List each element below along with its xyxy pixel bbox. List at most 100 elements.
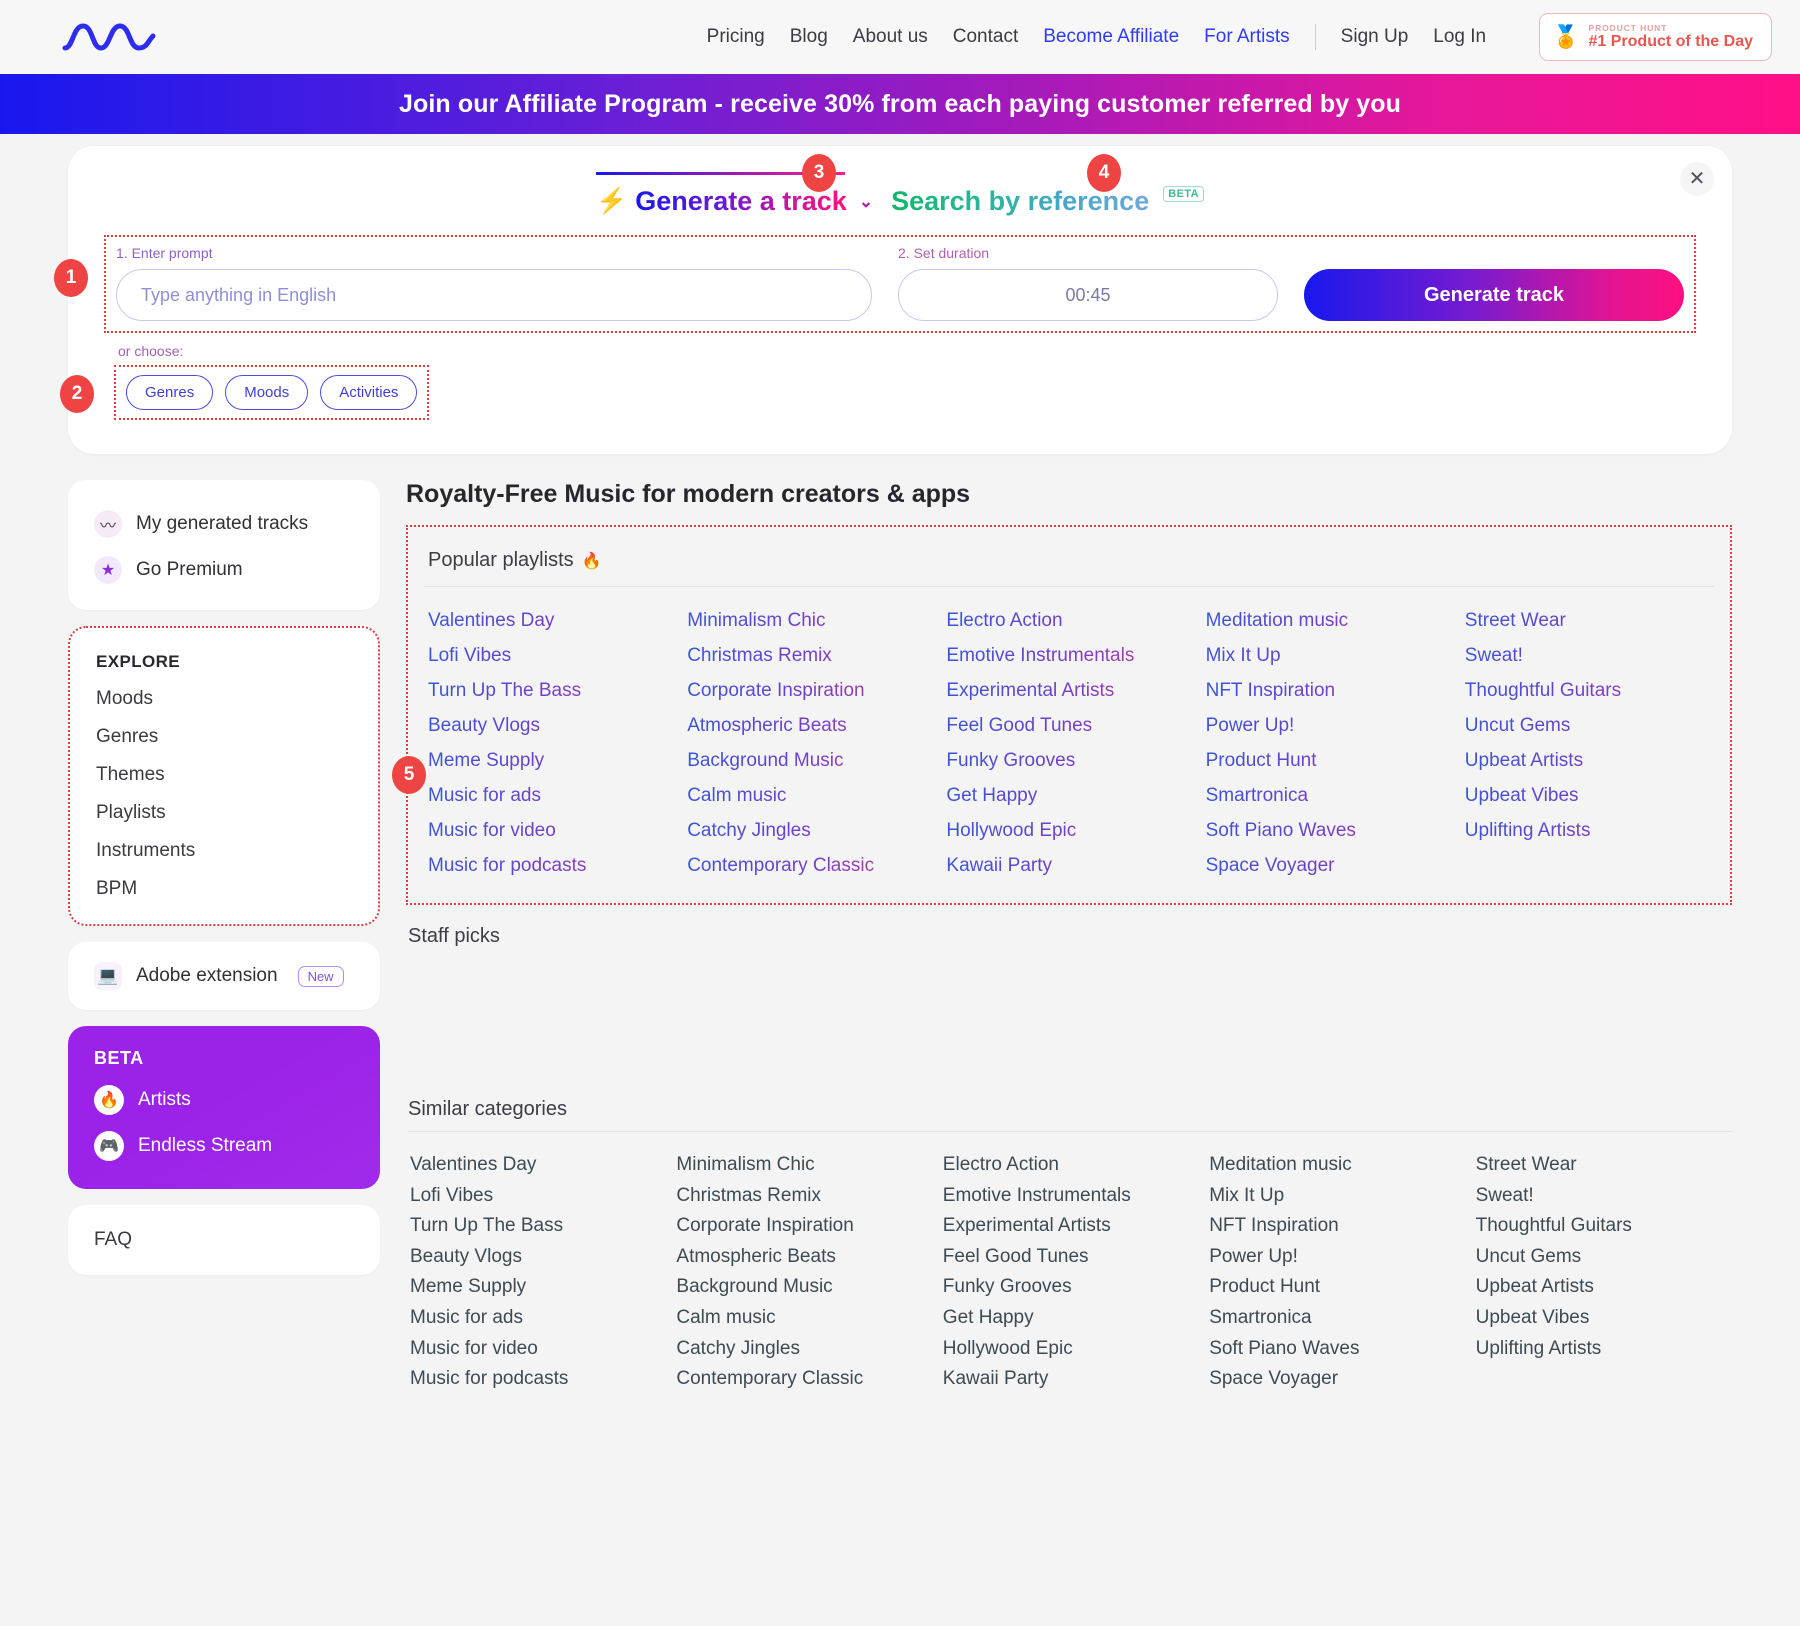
- playlist-link[interactable]: Space Voyager: [1206, 848, 1455, 883]
- product-hunt-badge[interactable]: 🏅 PRODUCT HUNT #1 Product of the Day: [1539, 13, 1772, 61]
- category-link[interactable]: Sweat!: [1476, 1181, 1732, 1212]
- nav-link-about-us[interactable]: About us: [853, 26, 928, 48]
- sign-up-link[interactable]: Sign Up: [1341, 26, 1409, 48]
- category-link[interactable]: Background Music: [676, 1272, 932, 1303]
- tab-generate-a-track[interactable]: ⚡ Generate a track ⌄ 3: [596, 172, 873, 217]
- nav-link-pricing[interactable]: Pricing: [707, 26, 765, 48]
- sidebar-item-moods[interactable]: Moods: [96, 688, 352, 710]
- chevron-down-icon[interactable]: ⌄: [859, 192, 873, 212]
- category-link[interactable]: Hollywood Epic: [943, 1334, 1199, 1365]
- category-link[interactable]: Street Wear: [1476, 1150, 1732, 1181]
- category-link[interactable]: Soft Piano Waves: [1209, 1334, 1465, 1365]
- generate-track-button[interactable]: Generate track: [1304, 269, 1684, 321]
- playlist-link[interactable]: Meme Supply: [428, 743, 677, 778]
- category-link[interactable]: Meditation music: [1209, 1150, 1465, 1181]
- sidebar-item-artists[interactable]: 🔥 Artists: [94, 1085, 354, 1115]
- playlist-link[interactable]: Smartronica: [1206, 778, 1455, 813]
- chip-moods[interactable]: Moods: [225, 375, 308, 410]
- nav-link-blog[interactable]: Blog: [790, 26, 828, 48]
- playlist-link[interactable]: Experimental Artists: [946, 673, 1195, 708]
- sidebar-item-playlists[interactable]: Playlists: [96, 802, 352, 824]
- category-link[interactable]: Feel Good Tunes: [943, 1242, 1199, 1273]
- playlist-link[interactable]: Minimalism Chic: [687, 603, 936, 638]
- playlist-link[interactable]: Get Happy: [946, 778, 1195, 813]
- category-link[interactable]: Valentines Day: [410, 1150, 666, 1181]
- playlist-link[interactable]: Valentines Day: [428, 603, 677, 638]
- category-link[interactable]: Upbeat Vibes: [1476, 1303, 1732, 1334]
- playlist-link[interactable]: Sweat!: [1465, 638, 1714, 673]
- nav-link-become-affiliate[interactable]: Become Affiliate: [1043, 26, 1179, 48]
- category-link[interactable]: Get Happy: [943, 1303, 1199, 1334]
- playlist-link[interactable]: Upbeat Artists: [1465, 743, 1714, 778]
- category-link[interactable]: Music for ads: [410, 1303, 666, 1334]
- category-link[interactable]: Contemporary Classic: [676, 1364, 932, 1395]
- playlist-link[interactable]: Music for video: [428, 813, 677, 848]
- playlist-link[interactable]: Christmas Remix: [687, 638, 936, 673]
- playlist-link[interactable]: Background Music: [687, 743, 936, 778]
- playlist-link[interactable]: Hollywood Epic: [946, 813, 1195, 848]
- category-link[interactable]: Mix It Up: [1209, 1181, 1465, 1212]
- playlist-link[interactable]: Soft Piano Waves: [1206, 813, 1455, 848]
- chip-activities[interactable]: Activities: [320, 375, 417, 410]
- playlist-link[interactable]: Emotive Instrumentals: [946, 638, 1195, 673]
- playlist-link[interactable]: Beauty Vlogs: [428, 708, 677, 743]
- playlist-link[interactable]: Kawaii Party: [946, 848, 1195, 883]
- chip-genres[interactable]: Genres: [126, 375, 213, 410]
- playlist-link[interactable]: Catchy Jingles: [687, 813, 936, 848]
- playlist-link[interactable]: Upbeat Vibes: [1465, 778, 1714, 813]
- playlist-link[interactable]: Lofi Vibes: [428, 638, 677, 673]
- affiliate-banner[interactable]: Join our Affiliate Program - receive 30%…: [0, 74, 1800, 134]
- sidebar-item-my-generated-tracks[interactable]: 〰 My generated tracks: [94, 510, 354, 538]
- playlist-link[interactable]: Uncut Gems: [1465, 708, 1714, 743]
- wave-logo[interactable]: [60, 17, 160, 57]
- category-link[interactable]: Thoughtful Guitars: [1476, 1211, 1732, 1242]
- playlist-link[interactable]: Thoughtful Guitars: [1465, 673, 1714, 708]
- category-link[interactable]: Turn Up The Bass: [410, 1211, 666, 1242]
- category-link[interactable]: Catchy Jingles: [676, 1334, 932, 1365]
- category-link[interactable]: NFT Inspiration: [1209, 1211, 1465, 1242]
- category-link[interactable]: Calm music: [676, 1303, 932, 1334]
- playlist-link[interactable]: Calm music: [687, 778, 936, 813]
- category-link[interactable]: Experimental Artists: [943, 1211, 1199, 1242]
- playlist-link[interactable]: Music for ads: [428, 778, 677, 813]
- playlist-link[interactable]: Product Hunt: [1206, 743, 1455, 778]
- playlist-link[interactable]: Atmospheric Beats: [687, 708, 936, 743]
- playlist-link[interactable]: Turn Up The Bass: [428, 673, 677, 708]
- sidebar-item-genres[interactable]: Genres: [96, 726, 352, 748]
- category-link[interactable]: Upbeat Artists: [1476, 1272, 1732, 1303]
- playlist-link[interactable]: Electro Action: [946, 603, 1195, 638]
- playlist-link[interactable]: Funky Grooves: [946, 743, 1195, 778]
- playlist-link[interactable]: Mix It Up: [1206, 638, 1455, 673]
- category-link[interactable]: Kawaii Party: [943, 1364, 1199, 1395]
- playlist-link[interactable]: Music for podcasts: [428, 848, 677, 883]
- adobe-extension-card[interactable]: 💻 Adobe extension New: [68, 942, 380, 1010]
- category-link[interactable]: Lofi Vibes: [410, 1181, 666, 1212]
- category-link[interactable]: Uncut Gems: [1476, 1242, 1732, 1273]
- faq-card[interactable]: FAQ: [68, 1205, 380, 1275]
- playlist-link[interactable]: Power Up!: [1206, 708, 1455, 743]
- nav-link-contact[interactable]: Contact: [953, 26, 1018, 48]
- playlist-link[interactable]: Uplifting Artists: [1465, 813, 1714, 848]
- log-in-link[interactable]: Log In: [1433, 26, 1486, 48]
- nav-link-for-artists[interactable]: For Artists: [1204, 26, 1290, 48]
- sidebar-item-bpm[interactable]: BPM: [96, 878, 352, 900]
- sidebar-item-endless-stream[interactable]: 🎮 Endless Stream: [94, 1131, 354, 1161]
- category-link[interactable]: Smartronica: [1209, 1303, 1465, 1334]
- category-link[interactable]: Christmas Remix: [676, 1181, 932, 1212]
- category-link[interactable]: Corporate Inspiration: [676, 1211, 932, 1242]
- category-link[interactable]: Minimalism Chic: [676, 1150, 932, 1181]
- playlist-link[interactable]: Corporate Inspiration: [687, 673, 936, 708]
- category-link[interactable]: Funky Grooves: [943, 1272, 1199, 1303]
- category-link[interactable]: Power Up!: [1209, 1242, 1465, 1273]
- sidebar-item-go-premium[interactable]: ★ Go Premium: [94, 556, 354, 584]
- duration-input[interactable]: [898, 269, 1278, 321]
- tab-search-by-reference[interactable]: Search by reference BETA 4: [891, 172, 1204, 217]
- playlist-link[interactable]: Contemporary Classic: [687, 848, 936, 883]
- playlist-link[interactable]: Feel Good Tunes: [946, 708, 1195, 743]
- sidebar-item-instruments[interactable]: Instruments: [96, 840, 352, 862]
- category-link[interactable]: Emotive Instrumentals: [943, 1181, 1199, 1212]
- category-link[interactable]: Music for video: [410, 1334, 666, 1365]
- category-link[interactable]: Music for podcasts: [410, 1364, 666, 1395]
- category-link[interactable]: Atmospheric Beats: [676, 1242, 932, 1273]
- category-link[interactable]: Beauty Vlogs: [410, 1242, 666, 1273]
